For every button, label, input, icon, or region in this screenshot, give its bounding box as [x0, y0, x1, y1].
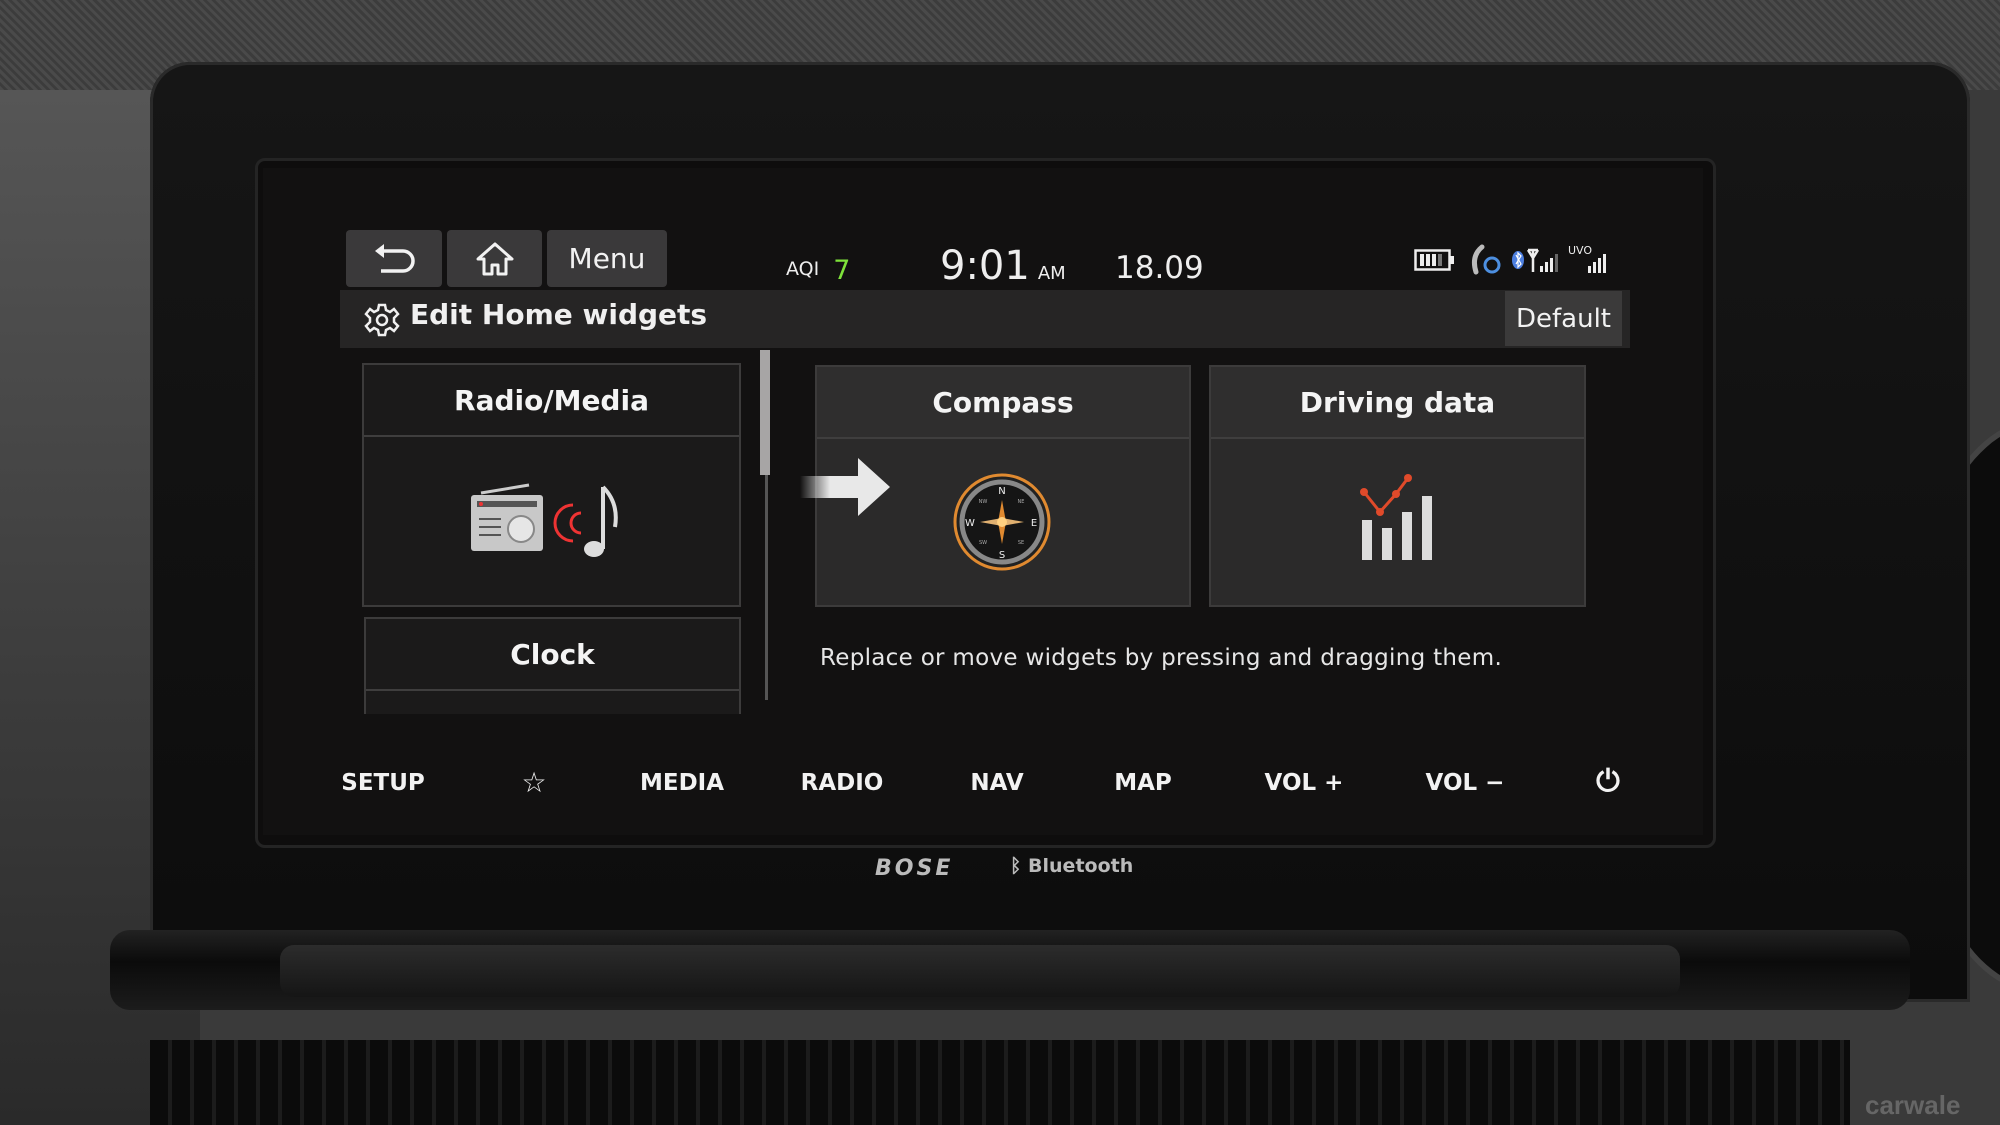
nav-nav[interactable]: NAV [970, 770, 1023, 796]
widget-driving-data[interactable]: Driving data [1209, 365, 1586, 607]
widget-title: Radio/Media [364, 365, 739, 437]
bluetooth-icon: ᛒ [1010, 855, 1022, 877]
battery-icon [1414, 248, 1456, 276]
widget-radio-media[interactable]: Radio/Media [362, 363, 741, 607]
bluetooth-logo: ᛒ Bluetooth [1010, 855, 1133, 877]
compass-s: S [999, 550, 1005, 561]
driving-data-chart-icon [1356, 472, 1436, 566]
drag-arrow-icon [800, 456, 892, 522]
menu-label: Menu [568, 242, 646, 275]
default-label: Default [1516, 303, 1611, 334]
compass-ne: NE [1018, 499, 1025, 505]
menu-button[interactable]: Menu [547, 230, 667, 287]
nav-vol-down[interactable]: VOL − [1426, 770, 1505, 796]
hardware-button-strip [280, 945, 1680, 997]
compass-e: E [1031, 518, 1037, 529]
scrollbar-thumb[interactable] [760, 350, 770, 475]
star-icon[interactable]: ☆ [521, 766, 546, 799]
instruction-text: Replace or move widgets by pressing and … [820, 645, 1503, 671]
watermark: carwale [1865, 1090, 1961, 1120]
compass-icon: N S E W NW NE SW SE [952, 472, 1052, 576]
gear-icon [364, 302, 400, 342]
ampm: AM [1037, 263, 1066, 284]
date: 18.09 [1115, 250, 1204, 286]
nav-vol-up[interactable]: VOL + [1265, 770, 1344, 796]
nav-map[interactable]: MAP [1114, 770, 1172, 796]
compass-nw: NW [979, 499, 988, 505]
radio-music-icon [469, 483, 639, 567]
widget-clock[interactable]: Clock [364, 617, 741, 714]
bluetooth-label: Bluetooth [1028, 855, 1134, 877]
aqi-indicator: AQI 7 [786, 240, 850, 286]
nav-setup[interactable]: SETUP [341, 770, 425, 796]
compass-sw: SW [979, 540, 987, 546]
air-vents [150, 1040, 1850, 1125]
phone-sync-icon [1468, 244, 1502, 280]
back-arrow-icon [375, 243, 415, 273]
widget-title: Compass [817, 367, 1189, 439]
widget-title: Driving data [1211, 367, 1584, 439]
uvo-signal-icon: UVO [1568, 244, 1612, 280]
power-icon[interactable]: ⏻ [1596, 764, 1620, 799]
nav-media[interactable]: MEDIA [640, 770, 724, 796]
nav-radio[interactable]: RADIO [801, 770, 884, 796]
time: 9:01 [940, 243, 1030, 289]
aqi-value: 7 [833, 255, 851, 286]
clock-display: 9:01 AM [940, 240, 1066, 286]
page-title: Edit Home widgets [410, 298, 708, 331]
bluetooth-signal-icon [1512, 246, 1560, 280]
date-display: 18.09 [1115, 240, 1204, 286]
compass-n: N [998, 486, 1005, 497]
aqi-label: AQI [786, 258, 820, 280]
widget-title: Clock [366, 619, 739, 691]
compass-w: W [965, 518, 975, 529]
home-button[interactable] [447, 230, 542, 287]
compass-se: SE [1018, 540, 1024, 546]
back-button[interactable] [346, 230, 442, 287]
default-button[interactable]: Default [1505, 291, 1622, 346]
home-icon [476, 242, 513, 275]
bose-logo: BOSE [875, 856, 954, 881]
